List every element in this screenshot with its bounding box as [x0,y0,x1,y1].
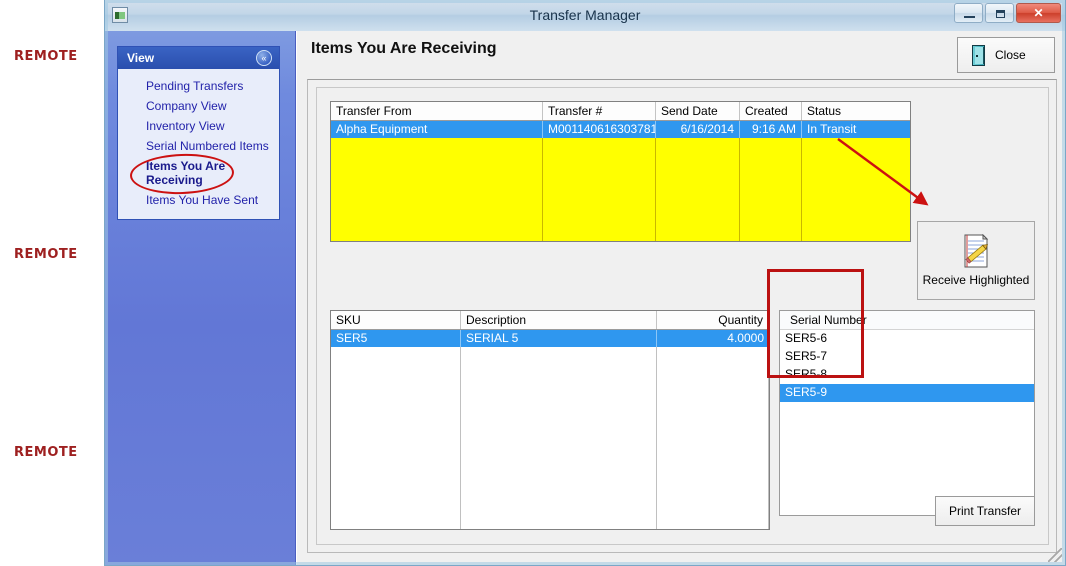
view-panel-header: View « [118,47,279,69]
content-area: Items You Are Receiving Close Transfer F… [296,31,1065,565]
cell-sku: SER5 [331,330,461,347]
print-transfer-button[interactable]: Print Transfer [935,496,1035,526]
column-header-transfer-from: Transfer From [331,102,543,120]
window-title: Transfer Manager [529,7,641,23]
sidebar-item-items-you-are-receiving[interactable]: Items You Are Receiving [118,156,279,190]
sidebar-item-serial-numbered-items[interactable]: Serial Numbered Items [118,136,279,156]
cell-transfer-number: M001140616303781 [543,121,656,138]
receive-highlighted-label: Receive Highlighted [922,273,1030,287]
column-header-description: Description [461,311,657,329]
transfers-grid[interactable]: Transfer From Transfer # Send Date Creat… [330,101,911,242]
sidebar-item-company-view[interactable]: Company View [118,96,279,116]
exit-door-icon [970,44,987,66]
close-icon: ✕ [1033,6,1044,20]
minimize-button[interactable] [954,3,983,23]
window-controls: ✕ [954,3,1061,23]
sidebar-item-inventory-view[interactable]: Inventory View [118,116,279,136]
items-grid-header: SKU Description Quantity [331,311,769,330]
column-header-status: Status [807,104,842,118]
column-header-quantity: Quantity [718,313,763,327]
cell-transfer-from: Alpha Equipment [331,121,543,138]
column-header-transfer-number: Transfer # [543,102,656,120]
cell-description: SERIAL 5 [461,330,657,347]
transfers-grid-empty-area [331,138,910,241]
notepad-pencil-icon [964,234,989,268]
column-header-send-date: Send Date [656,102,740,120]
resize-grip[interactable] [1048,548,1062,562]
cell-send-date: 6/16/2014 [656,121,740,138]
remote-watermark: REMOTE [14,445,78,460]
items-grid[interactable]: SKU Description Quantity SER5 SERIAL 5 4… [330,310,770,530]
cell-created: 9:16 AM [740,121,802,138]
serial-number-grid[interactable]: Serial Number SER5-6 SER5-7 SER5-8 SER5-… [779,310,1035,516]
sidebar: View « Pending Transfers Company View In… [105,31,296,565]
list-item[interactable]: SER5-8 [780,366,1034,384]
window-close-button[interactable]: ✕ [1016,3,1061,23]
view-item-list: Pending Transfers Company View Inventory… [118,69,279,219]
maximize-button[interactable] [985,3,1014,23]
close-button[interactable]: Close [957,37,1055,73]
content-inner-panel: Transfer From Transfer # Send Date Creat… [316,87,1049,545]
sidebar-item-items-you-have-sent[interactable]: Items You Have Sent [118,190,279,210]
maximize-icon [996,10,1005,18]
page-title: Items You Are Receiving [311,40,497,57]
list-item[interactable]: SER5-9 [780,384,1034,402]
minimize-icon [964,16,975,18]
close-button-label: Close [995,48,1026,62]
view-panel-title: View [127,51,155,65]
column-header-serial-number: Serial Number [780,311,1034,330]
column-header-sku: SKU [331,311,461,329]
transfers-grid-header: Transfer From Transfer # Send Date Creat… [331,102,910,121]
sidebar-item-pending-transfers[interactable]: Pending Transfers [118,76,279,96]
column-header-created: Created [740,102,802,120]
list-item[interactable]: SER5-7 [780,348,1034,366]
remote-watermark: REMOTE [14,49,78,64]
cell-quantity: 4.0000 [727,331,764,345]
window-title-bar: Transfer Manager ✕ [105,0,1065,32]
view-panel: View « Pending Transfers Company View In… [117,46,280,220]
transfer-manager-window: Transfer Manager ✕ View « Pending Transf [104,0,1066,566]
remote-watermark: REMOTE [14,247,78,262]
table-row[interactable]: SER5 SERIAL 5 4.0000 [331,330,769,347]
table-row[interactable]: Alpha Equipment M001140616303781 6/16/20… [331,121,910,138]
items-grid-empty-area [331,347,769,529]
chevron-up-icon[interactable]: « [256,50,272,66]
cell-status: In Transit [807,122,857,136]
content-pane: Transfer From Transfer # Send Date Creat… [307,79,1057,553]
list-item[interactable]: SER5-6 [780,330,1034,348]
receive-highlighted-button[interactable]: Receive Highlighted [917,221,1035,300]
